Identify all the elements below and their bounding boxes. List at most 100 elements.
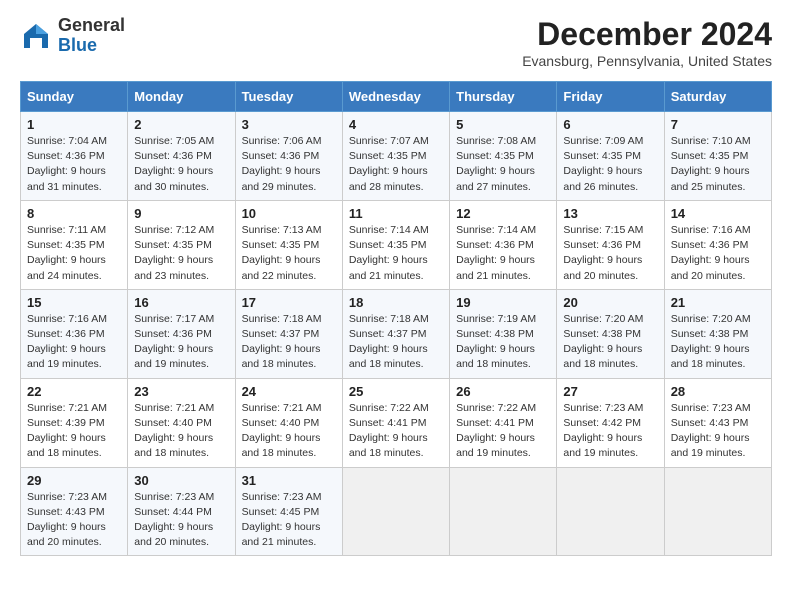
day-info: Sunrise: 7:12 AM Sunset: 4:35 PM Dayligh…: [134, 223, 228, 284]
day-info: Sunrise: 7:23 AM Sunset: 4:44 PM Dayligh…: [134, 490, 228, 551]
calendar-day-cell: 1Sunrise: 7:04 AM Sunset: 4:36 PM Daylig…: [21, 112, 128, 201]
day-info: Sunrise: 7:05 AM Sunset: 4:36 PM Dayligh…: [134, 134, 228, 195]
day-info: Sunrise: 7:21 AM Sunset: 4:39 PM Dayligh…: [27, 401, 121, 462]
location-title: Evansburg, Pennsylvania, United States: [522, 53, 772, 69]
day-info: Sunrise: 7:21 AM Sunset: 4:40 PM Dayligh…: [134, 401, 228, 462]
logo-icon: [20, 20, 52, 52]
calendar-day-cell: 13 Sunrise: 7:15 AM Sunset: 4:36 PM Dayli…: [557, 200, 664, 289]
weekday-header-cell: Wednesday: [342, 82, 449, 112]
calendar-day-cell: 30 Sunrise: 7:23 AM Sunset: 4:44 PM Dayli…: [128, 467, 235, 556]
calendar-week-row: 8 Sunrise: 7:11 AM Sunset: 4:35 PM Daylig…: [21, 200, 772, 289]
calendar-day-cell: 6 Sunrise: 7:09 AM Sunset: 4:35 PM Daylig…: [557, 112, 664, 201]
calendar-day-cell: 5 Sunrise: 7:08 AM Sunset: 4:35 PM Daylig…: [450, 112, 557, 201]
day-info: Sunrise: 7:16 AM Sunset: 4:36 PM Dayligh…: [671, 223, 765, 284]
day-number: 14: [671, 206, 765, 221]
day-info: Sunrise: 7:23 AM Sunset: 4:43 PM Dayligh…: [27, 490, 121, 551]
day-number: 12: [456, 206, 550, 221]
day-info: Sunrise: 7:16 AM Sunset: 4:36 PM Dayligh…: [27, 312, 121, 373]
day-number: 6: [563, 117, 657, 132]
calendar-day-cell: 20 Sunrise: 7:20 AM Sunset: 4:38 PM Dayli…: [557, 289, 664, 378]
calendar-day-cell: 7Sunrise: 7:10 AM Sunset: 4:35 PM Daylig…: [664, 112, 771, 201]
day-info: Sunrise: 7:09 AM Sunset: 4:35 PM Dayligh…: [563, 134, 657, 195]
day-number: 9: [134, 206, 228, 221]
calendar-day-cell: 4Sunrise: 7:07 AM Sunset: 4:35 PM Daylig…: [342, 112, 449, 201]
day-info: Sunrise: 7:13 AM Sunset: 4:35 PM Dayligh…: [242, 223, 336, 284]
day-number: 21: [671, 295, 765, 310]
calendar-day-cell: 12 Sunrise: 7:14 AM Sunset: 4:36 PM Dayli…: [450, 200, 557, 289]
calendar-day-cell: 18 Sunrise: 7:18 AM Sunset: 4:37 PM Dayli…: [342, 289, 449, 378]
calendar-day-cell: 16 Sunrise: 7:17 AM Sunset: 4:36 PM Dayli…: [128, 289, 235, 378]
day-number: 20: [563, 295, 657, 310]
day-info: Sunrise: 7:08 AM Sunset: 4:35 PM Dayligh…: [456, 134, 550, 195]
calendar-day-cell: [342, 467, 449, 556]
day-info: Sunrise: 7:22 AM Sunset: 4:41 PM Dayligh…: [349, 401, 443, 462]
day-info: Sunrise: 7:07 AM Sunset: 4:35 PM Dayligh…: [349, 134, 443, 195]
weekday-header-cell: Friday: [557, 82, 664, 112]
day-number: 5: [456, 117, 550, 132]
day-info: Sunrise: 7:14 AM Sunset: 4:35 PM Dayligh…: [349, 223, 443, 284]
day-number: 17: [242, 295, 336, 310]
day-number: 3: [242, 117, 336, 132]
day-info: Sunrise: 7:22 AM Sunset: 4:41 PM Dayligh…: [456, 401, 550, 462]
weekday-header-cell: Thursday: [450, 82, 557, 112]
day-number: 31: [242, 473, 336, 488]
calendar-day-cell: 11Sunrise: 7:14 AM Sunset: 4:35 PM Dayli…: [342, 200, 449, 289]
day-info: Sunrise: 7:14 AM Sunset: 4:36 PM Dayligh…: [456, 223, 550, 284]
month-title: December 2024: [522, 16, 772, 53]
day-number: 23: [134, 384, 228, 399]
day-info: Sunrise: 7:20 AM Sunset: 4:38 PM Dayligh…: [563, 312, 657, 373]
header: General Blue December 2024 Evansburg, Pe…: [20, 16, 772, 69]
calendar-day-cell: [557, 467, 664, 556]
calendar-day-cell: 9 Sunrise: 7:12 AM Sunset: 4:35 PM Daylig…: [128, 200, 235, 289]
day-number: 8: [27, 206, 121, 221]
calendar-day-cell: 17 Sunrise: 7:18 AM Sunset: 4:37 PM Dayli…: [235, 289, 342, 378]
calendar-day-cell: 3Sunrise: 7:06 AM Sunset: 4:36 PM Daylig…: [235, 112, 342, 201]
day-info: Sunrise: 7:18 AM Sunset: 4:37 PM Dayligh…: [349, 312, 443, 373]
day-info: Sunrise: 7:23 AM Sunset: 4:42 PM Dayligh…: [563, 401, 657, 462]
calendar-table: SundayMondayTuesdayWednesdayThursdayFrid…: [20, 81, 772, 556]
day-number: 30: [134, 473, 228, 488]
calendar-day-cell: 28 Sunrise: 7:23 AM Sunset: 4:43 PM Dayli…: [664, 378, 771, 467]
day-number: 13: [563, 206, 657, 221]
title-area: December 2024 Evansburg, Pennsylvania, U…: [522, 16, 772, 69]
calendar-week-row: 1Sunrise: 7:04 AM Sunset: 4:36 PM Daylig…: [21, 112, 772, 201]
calendar-day-cell: 22 Sunrise: 7:21 AM Sunset: 4:39 PM Dayli…: [21, 378, 128, 467]
calendar-day-cell: 2 Sunrise: 7:05 AM Sunset: 4:36 PM Daylig…: [128, 112, 235, 201]
day-number: 15: [27, 295, 121, 310]
day-number: 2: [134, 117, 228, 132]
day-number: 7: [671, 117, 765, 132]
calendar-day-cell: 15 Sunrise: 7:16 AM Sunset: 4:36 PM Dayli…: [21, 289, 128, 378]
calendar-day-cell: 14 Sunrise: 7:16 AM Sunset: 4:36 PM Dayli…: [664, 200, 771, 289]
day-number: 22: [27, 384, 121, 399]
calendar-day-cell: [664, 467, 771, 556]
calendar-week-row: 22 Sunrise: 7:21 AM Sunset: 4:39 PM Dayli…: [21, 378, 772, 467]
calendar-day-cell: 19Sunrise: 7:19 AM Sunset: 4:38 PM Dayli…: [450, 289, 557, 378]
calendar-day-cell: 25Sunrise: 7:22 AM Sunset: 4:41 PM Dayli…: [342, 378, 449, 467]
calendar-day-cell: 31Sunrise: 7:23 AM Sunset: 4:45 PM Dayli…: [235, 467, 342, 556]
day-number: 27: [563, 384, 657, 399]
calendar-day-cell: 29Sunrise: 7:23 AM Sunset: 4:43 PM Dayli…: [21, 467, 128, 556]
day-info: Sunrise: 7:21 AM Sunset: 4:40 PM Dayligh…: [242, 401, 336, 462]
calendar-day-cell: 26 Sunrise: 7:22 AM Sunset: 4:41 PM Dayli…: [450, 378, 557, 467]
weekday-header-cell: Sunday: [21, 82, 128, 112]
day-number: 19: [456, 295, 550, 310]
day-info: Sunrise: 7:23 AM Sunset: 4:43 PM Dayligh…: [671, 401, 765, 462]
calendar-day-cell: 23 Sunrise: 7:21 AM Sunset: 4:40 PM Dayli…: [128, 378, 235, 467]
day-number: 28: [671, 384, 765, 399]
day-info: Sunrise: 7:11 AM Sunset: 4:35 PM Dayligh…: [27, 223, 121, 284]
day-info: Sunrise: 7:15 AM Sunset: 4:36 PM Dayligh…: [563, 223, 657, 284]
day-number: 26: [456, 384, 550, 399]
day-number: 24: [242, 384, 336, 399]
weekday-header-cell: Tuesday: [235, 82, 342, 112]
day-number: 18: [349, 295, 443, 310]
calendar-day-cell: [450, 467, 557, 556]
day-number: 16: [134, 295, 228, 310]
logo: General Blue: [20, 16, 125, 56]
logo-text: General Blue: [58, 16, 125, 56]
day-number: 10: [242, 206, 336, 221]
day-info: Sunrise: 7:18 AM Sunset: 4:37 PM Dayligh…: [242, 312, 336, 373]
weekday-header-cell: Monday: [128, 82, 235, 112]
calendar-body: 1Sunrise: 7:04 AM Sunset: 4:36 PM Daylig…: [21, 112, 772, 556]
day-info: Sunrise: 7:17 AM Sunset: 4:36 PM Dayligh…: [134, 312, 228, 373]
calendar-day-cell: 21Sunrise: 7:20 AM Sunset: 4:38 PM Dayli…: [664, 289, 771, 378]
